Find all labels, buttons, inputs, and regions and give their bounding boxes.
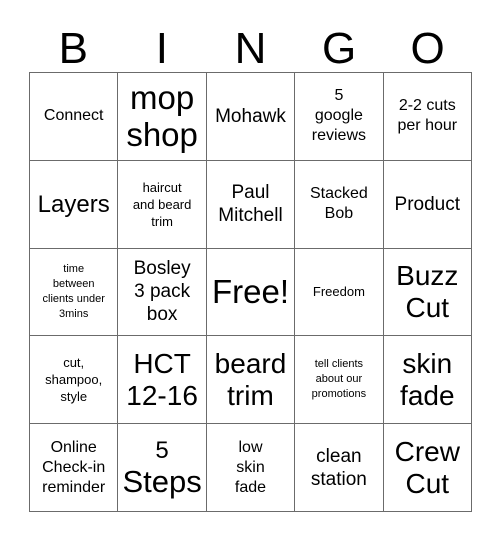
bingo-cell-r3-c4[interactable]: Freedom <box>295 248 384 337</box>
bingo-header-row: B I N G O <box>29 14 472 72</box>
bingo-cell-label: Bosley 3 pack box <box>133 258 191 326</box>
bingo-cell-label: Connect <box>43 107 104 125</box>
bingo-cell-label: Layers <box>37 190 110 218</box>
bingo-cell-line: 5 <box>155 436 169 464</box>
bingo-cell-label: 5 google reviews <box>311 87 366 145</box>
bingo-cell-label: time between clients under 3mins <box>42 262 105 320</box>
bingo-cell-r5-c2[interactable]: 5 Steps <box>118 424 207 512</box>
bingo-cell-r4-c1[interactable]: cut, shampoo, style <box>30 336 119 425</box>
bingo-cell-r5-c5[interactable]: Crew Cut <box>383 424 472 512</box>
bingo-cell-label: skin fade <box>400 347 455 411</box>
bingo-cell-r3-c1[interactable]: time between clients under 3mins <box>30 248 119 337</box>
bingo-cell-label: Freedom <box>312 284 365 300</box>
bingo-cell-label: Stacked Bob <box>309 185 368 223</box>
bingo-cell-label: Crew Cut <box>394 435 460 499</box>
bingo-header-letter-b: B <box>58 24 88 73</box>
bingo-cell-label: 5 Steps <box>121 437 202 499</box>
bingo-cell-label: cut, shampoo, style <box>45 355 103 405</box>
bingo-cell-r1-c2[interactable]: mop shop <box>118 73 207 161</box>
bingo-cell-label: Online Check-in reminder <box>42 438 106 496</box>
bingo-cell-r5-c3[interactable]: low skin fade <box>206 424 296 512</box>
bingo-cell-r4-c3[interactable]: beard trim <box>206 336 296 425</box>
bingo-cell-label: Product <box>394 193 461 215</box>
bingo-cell-r5-c4[interactable]: clean station <box>295 424 384 512</box>
bingo-cell-label: haircut and beard trim <box>132 179 192 229</box>
bingo-cell-label: 2-2 cuts per hour <box>397 97 458 135</box>
bingo-cell-label: Free! <box>211 273 289 311</box>
bingo-cell-r5-c1[interactable]: Online Check-in reminder <box>30 424 119 512</box>
bingo-cell-r3-c3[interactable]: Free! <box>206 248 296 337</box>
bingo-cell-r1-c3[interactable]: Mohawk <box>206 73 296 161</box>
bingo-cell-r2-c1[interactable]: Layers <box>30 160 119 249</box>
bingo-header-letter-i: I <box>155 24 168 73</box>
bingo-header-letter-n: N <box>234 24 267 73</box>
bingo-cell-r4-c4[interactable]: tell clients about our promotions <box>295 336 384 425</box>
bingo-cell-r2-c5[interactable]: Product <box>383 160 472 249</box>
bingo-card: B I N G O Connect mop shop Mohawk 5 google … <box>0 0 500 544</box>
bingo-cell-label: mop shop <box>126 79 198 154</box>
bingo-cell-r1-c1[interactable]: Connect <box>30 73 119 161</box>
bingo-cell-label: HCT 12-16 <box>126 347 198 411</box>
bingo-header-letter-o: O <box>410 24 445 73</box>
bingo-cell-label: Mohawk <box>215 105 286 127</box>
bingo-cell-r2-c3[interactable]: Paul Mitchell <box>206 160 296 249</box>
bingo-cell-label: tell clients about our promotions <box>311 358 367 401</box>
bingo-cell-r2-c4[interactable]: Stacked Bob <box>295 160 384 249</box>
bingo-cell-label: clean station <box>310 445 367 490</box>
bingo-cell-label: Buzz Cut <box>396 259 459 323</box>
bingo-cell-label: beard trim <box>214 347 287 411</box>
bingo-cell-r4-c2[interactable]: HCT 12-16 <box>118 336 207 425</box>
bingo-header-letter-g: G <box>321 24 357 73</box>
bingo-cell-line: Steps <box>122 463 202 499</box>
bingo-cell-r1-c4[interactable]: 5 google reviews <box>295 73 384 161</box>
bingo-grid: Connect mop shop Mohawk 5 google reviews 2-2… <box>29 72 472 512</box>
bingo-cell-label: Paul Mitchell <box>218 182 283 227</box>
bingo-cell-r4-c5[interactable]: skin fade <box>383 336 472 425</box>
bingo-cell-r3-c2[interactable]: Bosley 3 pack box <box>118 248 207 337</box>
bingo-cell-r2-c2[interactable]: haircut and beard trim <box>118 160 207 249</box>
bingo-cell-r1-c5[interactable]: 2-2 cuts per hour <box>383 73 472 161</box>
bingo-cell-r3-c5[interactable]: Buzz Cut <box>383 248 472 337</box>
bingo-cell-label: low skin fade <box>234 438 267 496</box>
